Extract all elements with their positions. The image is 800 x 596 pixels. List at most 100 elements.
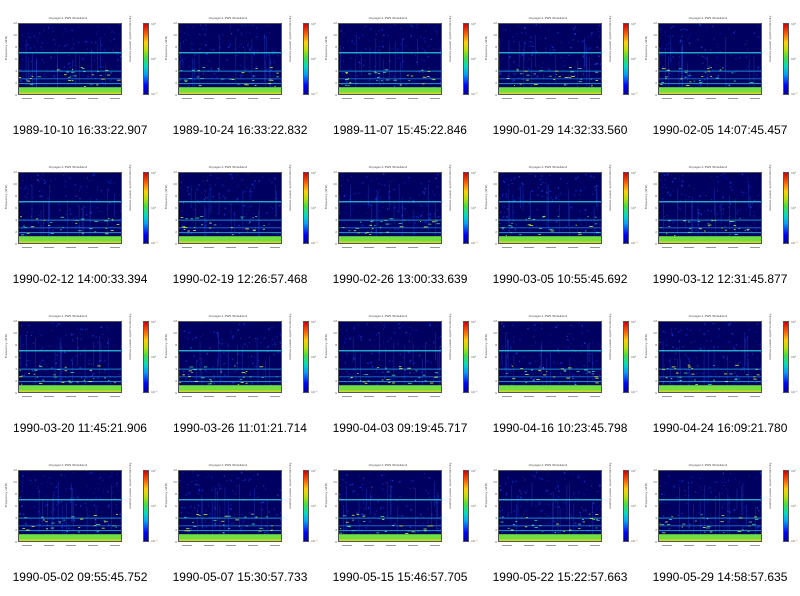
emission-dash <box>362 381 367 383</box>
noise-speck <box>66 175 68 177</box>
tone-line <box>339 376 441 378</box>
x-tick-mark <box>430 396 440 397</box>
emission-dash <box>259 527 263 529</box>
noise-speck <box>529 41 532 43</box>
noise-speck <box>23 374 25 377</box>
emission-dash <box>538 233 541 235</box>
noise-speck <box>577 476 580 479</box>
emission-dash <box>255 67 258 69</box>
noise-speck <box>660 47 662 50</box>
noise-speck <box>507 476 509 479</box>
emission-dash <box>93 378 95 380</box>
emission-dash <box>733 225 736 226</box>
noise-speck <box>668 76 670 77</box>
colorbar-label: relative power spectral density <box>608 313 612 361</box>
emission-dash <box>276 72 279 74</box>
colorbar-tick-label: 10⁻¹ <box>151 539 158 543</box>
noise-speck <box>39 523 41 526</box>
noise-speck <box>71 332 73 335</box>
noise-speck <box>52 518 55 520</box>
emission-dash <box>666 233 668 235</box>
colorbar-tick-label: 10¹ <box>471 469 477 473</box>
noise-speck <box>69 61 70 63</box>
noise-speck <box>265 54 267 56</box>
colorbar-tick-label: 10⁰ <box>471 57 477 61</box>
emission-dash <box>539 228 543 229</box>
noise-speck <box>679 178 681 180</box>
noise-speck <box>597 222 598 224</box>
noise-speck <box>394 24 396 26</box>
spectrogram-panel: Voyager-1 PWS Wideband Frequency (kHz) 12 1… <box>0 447 160 596</box>
y-tick-label: 2 <box>495 81 497 85</box>
emission-dash <box>93 515 97 516</box>
noise-speck <box>19 356 21 359</box>
spectrogram-panel: Voyager-1 PWS Wideband Frequency (kHz) 12 1… <box>320 149 480 298</box>
emission-dash <box>589 226 593 227</box>
emission-dash <box>532 218 536 220</box>
noise-speck <box>713 38 715 40</box>
emission-dash <box>534 520 538 522</box>
noise-speck <box>262 373 264 376</box>
emission-dash <box>36 218 39 220</box>
noise-speck <box>741 191 744 193</box>
noise-speck <box>350 175 353 178</box>
y-tick-label: 2 <box>335 379 337 383</box>
emission-dash <box>188 78 192 79</box>
y-tick-label: 8 <box>495 492 497 496</box>
y-tick-label: 0 <box>175 93 177 97</box>
noise-speck <box>33 79 35 81</box>
noise-speck <box>532 75 534 77</box>
emission-dash <box>546 371 548 372</box>
noise-speck <box>248 494 251 496</box>
noise-speck <box>98 478 100 479</box>
noise-speck <box>249 512 251 514</box>
emission-dash <box>104 521 107 523</box>
noise-speck <box>729 322 732 325</box>
noise-speck <box>267 346 269 348</box>
emission-dash <box>345 72 348 73</box>
emission-dash <box>37 76 41 78</box>
noise-speck <box>730 186 731 188</box>
noise-speck <box>73 532 75 534</box>
noise-speck <box>674 358 676 360</box>
y-tick-label: 2 <box>175 379 177 383</box>
noise-speck <box>216 332 219 334</box>
noise-speck <box>230 32 233 35</box>
y-tick-label: 0 <box>15 242 17 246</box>
noise-speck <box>199 33 201 35</box>
noise-speck <box>260 27 262 29</box>
noise-speck <box>75 215 77 218</box>
noise-speck <box>414 222 416 224</box>
emission-dash <box>578 81 582 83</box>
noise-speck <box>506 331 508 333</box>
noise-speck <box>588 48 590 50</box>
noise-speck <box>423 472 426 475</box>
noise-speck <box>362 181 364 184</box>
noise-speck <box>239 362 242 364</box>
emission-dash <box>19 370 22 372</box>
noise-speck <box>263 528 265 531</box>
noise-speck <box>716 523 717 526</box>
noise-speck <box>62 173 65 176</box>
noise-speck <box>387 532 390 534</box>
noise-speck <box>526 509 527 512</box>
noise-speck <box>394 207 396 209</box>
noise-speck <box>536 76 538 78</box>
noise-speck <box>21 35 24 37</box>
noise-speck <box>697 39 699 41</box>
noise-speck <box>547 334 549 336</box>
noise-speck <box>38 333 40 334</box>
noise-speck <box>277 185 278 187</box>
spectrogram-image <box>178 23 282 95</box>
noise-speck <box>399 353 401 356</box>
noise-speck <box>512 73 513 74</box>
noise-speck <box>688 526 690 529</box>
noise-speck <box>681 180 684 183</box>
noise-speck <box>28 355 29 357</box>
noise-speck <box>356 511 358 514</box>
noise-speck <box>80 338 82 340</box>
emission-dash <box>531 524 534 526</box>
noise-speck <box>86 496 88 499</box>
noise-speck <box>72 47 74 49</box>
noise-speck <box>45 495 47 497</box>
